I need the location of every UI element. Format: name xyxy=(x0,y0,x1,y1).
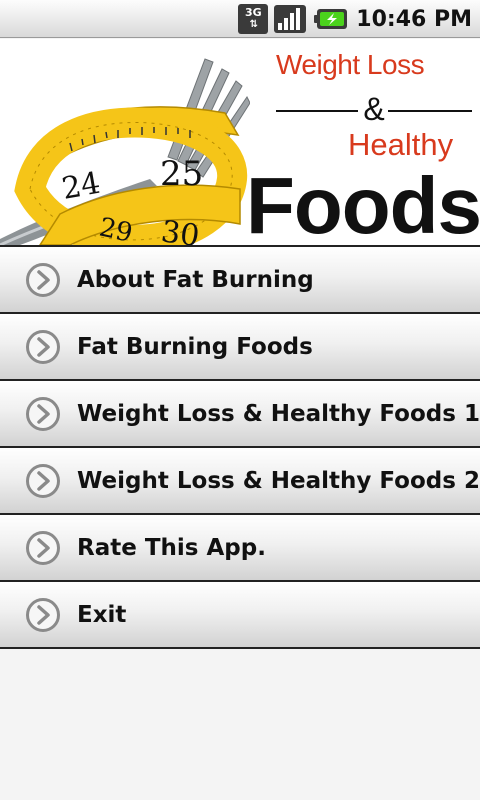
menu-item-label: Fat Burning Foods xyxy=(77,333,313,360)
tape-number-24: 24 xyxy=(59,166,103,207)
main-menu: About Fat Burning Fat Burning Foods Weig… xyxy=(0,247,480,649)
clock: 10:46 PM xyxy=(356,6,472,32)
divider-left xyxy=(276,110,358,112)
menu-item-label: Rate This App. xyxy=(77,534,266,561)
signal-icon xyxy=(274,5,307,33)
menu-item-label: About Fat Burning xyxy=(77,266,314,293)
chevron-right-circle-icon xyxy=(26,329,60,364)
banner-title-healthy: Healthy xyxy=(348,127,454,162)
menu-item-label: Exit xyxy=(77,601,127,628)
menu-item-label: Weight Loss & Healthy Foods 1 xyxy=(77,400,480,427)
3g-data-icon: 3G ⇅ xyxy=(238,4,269,34)
menu-item-about-fat-burning[interactable]: About Fat Burning xyxy=(0,247,480,314)
menu-item-weight-loss-2[interactable]: Weight Loss & Healthy Foods 2 xyxy=(0,448,480,515)
menu-item-weight-loss-1[interactable]: Weight Loss & Healthy Foods 1 xyxy=(0,381,480,448)
network-type: 3G xyxy=(244,6,262,19)
chevron-right-circle-icon xyxy=(26,597,60,632)
tape-number-30: 30 xyxy=(159,214,202,245)
tape-number-29: 29 xyxy=(97,213,136,245)
banner-ampersand-row: & xyxy=(276,91,472,131)
data-arrows: ⇅ xyxy=(249,19,258,30)
banner-title-weight-loss: Weight Loss xyxy=(276,49,425,80)
banner-title-foods: Foods xyxy=(246,161,480,245)
menu-item-exit[interactable]: Exit xyxy=(0,582,480,649)
battery-charging-icon xyxy=(314,9,348,29)
measuring-tape-fork-image: 24 25 29 30 xyxy=(0,58,250,245)
status-icons: 3G ⇅ 10:46 PM xyxy=(238,0,472,38)
app-banner: 24 25 29 30 Weight Loss & Healthy Foods xyxy=(0,39,480,245)
chevron-right-circle-icon xyxy=(26,463,60,498)
status-bar: 3G ⇅ 10:46 PM xyxy=(0,0,480,38)
banner-ampersand: & xyxy=(363,91,385,127)
divider-right xyxy=(388,110,472,112)
chevron-right-circle-icon xyxy=(26,530,60,565)
menu-item-rate-app[interactable]: Rate This App. xyxy=(0,515,480,582)
chevron-right-circle-icon xyxy=(26,262,60,297)
menu-item-label: Weight Loss & Healthy Foods 2 xyxy=(77,467,480,494)
menu-item-fat-burning-foods[interactable]: Fat Burning Foods xyxy=(0,314,480,381)
chevron-right-circle-icon xyxy=(26,396,60,431)
tape-number-25: 25 xyxy=(160,154,203,194)
